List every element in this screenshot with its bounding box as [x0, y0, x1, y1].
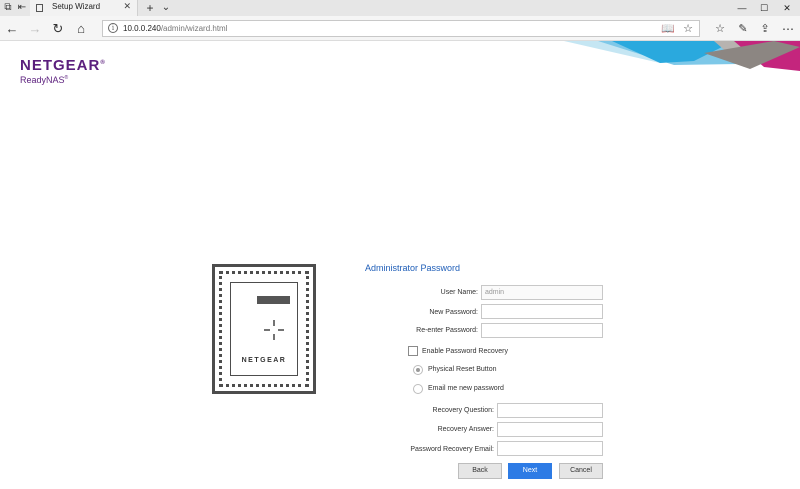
- chevron-down-icon[interactable]: ⌄: [160, 2, 172, 14]
- tab-title: Setup Wizard: [52, 2, 101, 11]
- new-password-label: New Password:: [429, 309, 478, 316]
- reenter-password-label: Re-enter Password:: [416, 327, 478, 334]
- tab-aside-icon[interactable]: ⇤: [16, 2, 28, 14]
- page-icon: [36, 4, 43, 12]
- device-border: NETGEAR: [219, 271, 309, 387]
- header-banner: [564, 41, 800, 71]
- back-arrow-icon[interactable]: ←: [4, 21, 20, 37]
- minimize-icon[interactable]: —: [735, 1, 749, 15]
- logo-product: ReadyNAS®: [20, 75, 106, 85]
- tab-bar: ⧉ ⇤ Setup Wizard ✕ + ⌄ — ☐ ✕: [0, 0, 800, 16]
- logo-registered-mark: ®: [100, 60, 106, 66]
- new-password-field[interactable]: [481, 304, 603, 319]
- reenter-password-field[interactable]: [481, 323, 603, 338]
- window-close-icon[interactable]: ✕: [780, 1, 794, 15]
- device-display-slot: [257, 296, 290, 304]
- url-field[interactable]: i 10.0.0.240/admin/wizard.html 📖 ☆: [102, 20, 700, 37]
- next-button[interactable]: Next: [508, 463, 552, 479]
- pen-icon[interactable]: ✎: [735, 21, 751, 37]
- url-path: /admin/wizard.html: [160, 24, 228, 33]
- enable-recovery-label: Enable Password Recovery: [422, 348, 508, 355]
- logo-brand-text: NETGEAR: [20, 57, 101, 74]
- logo-product-mark: ®: [64, 75, 69, 81]
- refresh-icon[interactable]: ↻: [50, 21, 66, 37]
- browser-tab[interactable]: Setup Wizard ✕: [30, 0, 138, 16]
- recovery-answer-label: Recovery Answer:: [437, 426, 494, 433]
- home-icon[interactable]: ⌂: [73, 21, 89, 37]
- recovery-answer-field[interactable]: [497, 422, 603, 437]
- new-tab-icon[interactable]: +: [144, 2, 156, 14]
- email-new-password-radio[interactable]: [413, 384, 423, 394]
- enable-recovery-checkbox[interactable]: [408, 346, 418, 356]
- forward-arrow-icon[interactable]: →: [27, 21, 43, 37]
- tab-list-icon[interactable]: ⧉: [2, 2, 14, 14]
- recovery-question-label: Recovery Question:: [432, 407, 494, 414]
- recovery-email-field[interactable]: [497, 441, 603, 456]
- more-icon[interactable]: ⋯: [780, 21, 796, 37]
- maximize-icon[interactable]: ☐: [757, 1, 771, 15]
- address-toolbar: ← → ↻ ⌂ i 10.0.0.240/admin/wizard.html 📖…: [0, 16, 800, 41]
- page-content: NETGEAR® ReadyNAS® NETGEAR Administrator…: [0, 41, 800, 489]
- logo-product-text: ReadyNAS: [20, 75, 65, 85]
- device-brand-label: NETGEAR: [241, 357, 287, 364]
- device-crosshair-icon: [264, 320, 284, 340]
- recovery-question-field[interactable]: [497, 403, 603, 418]
- info-icon[interactable]: i: [108, 23, 118, 33]
- readynas-device-illustration: NETGEAR: [212, 264, 316, 394]
- logo-brand: NETGEAR®: [20, 57, 106, 74]
- user-name-field[interactable]: admin: [481, 285, 603, 300]
- back-button[interactable]: Back: [458, 463, 502, 479]
- share-icon[interactable]: ⇪: [757, 21, 773, 37]
- reading-view-icon[interactable]: 📖: [661, 22, 675, 35]
- url-host: 10.0.0.240: [123, 24, 161, 33]
- recovery-email-label: Password Recovery Email:: [410, 446, 494, 453]
- cancel-button[interactable]: Cancel: [559, 463, 603, 479]
- device-front: NETGEAR: [230, 282, 298, 376]
- physical-reset-radio[interactable]: [413, 365, 423, 375]
- url-text: 10.0.0.240/admin/wizard.html: [123, 24, 228, 33]
- netgear-logo: NETGEAR® ReadyNAS®: [20, 57, 106, 85]
- user-name-label: User Name:: [440, 289, 478, 296]
- physical-reset-label: Physical Reset Button: [428, 366, 497, 373]
- favorites-hub-icon[interactable]: ☆: [712, 21, 728, 37]
- form-title: Administrator Password: [365, 263, 461, 273]
- email-new-password-label: Email me new password: [428, 385, 504, 392]
- favorite-star-icon[interactable]: ☆: [683, 22, 693, 35]
- close-icon[interactable]: ✕: [123, 1, 131, 12]
